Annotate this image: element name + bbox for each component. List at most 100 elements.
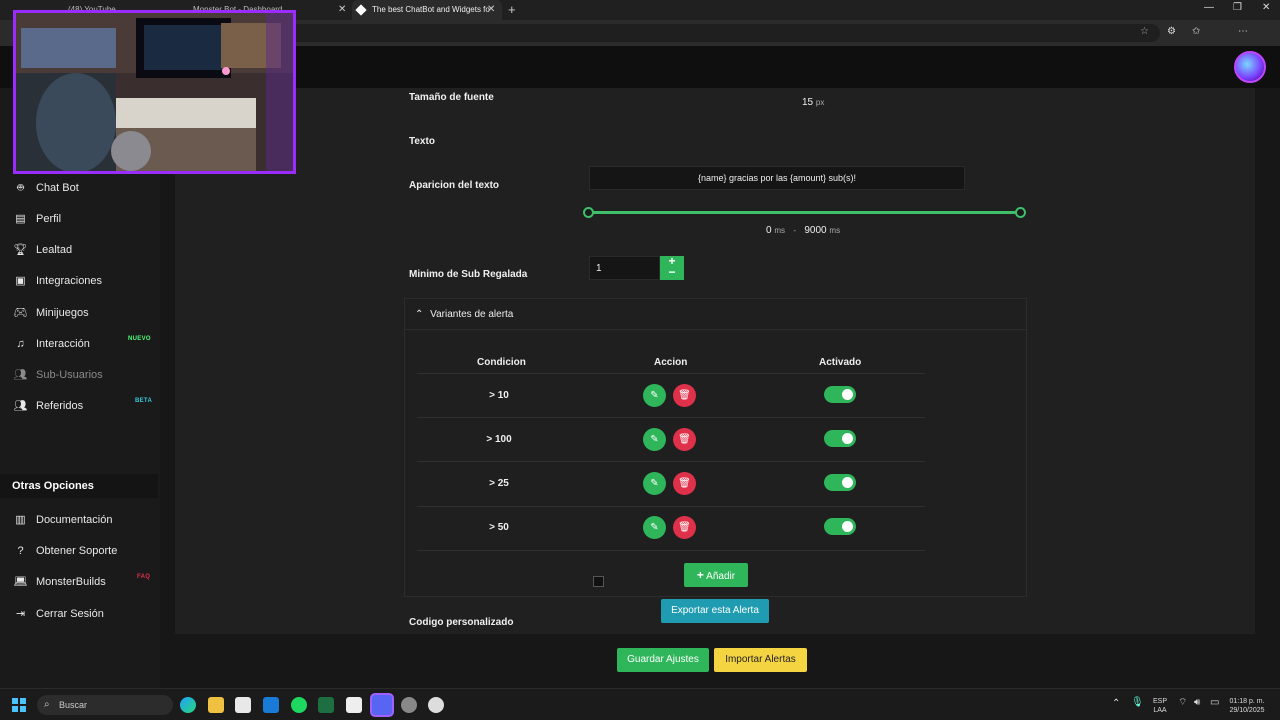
appearance-label: Aparicion del texto [409, 180, 500, 191]
edge-icon[interactable] [180, 697, 196, 713]
more-icon[interactable]: ⋯ [1238, 26, 1248, 37]
sidebar-item-lealtad[interactable]: 🏆︎ Lealtad [14, 240, 73, 260]
app-icon[interactable] [346, 697, 362, 713]
save-settings-button[interactable]: Guardar Ajustes [617, 648, 709, 672]
trash-icon: 🗑︎ [678, 522, 691, 533]
url-input[interactable] [290, 24, 1160, 42]
sidebar-item-minijuegos[interactable]: 🎮︎ Minijuegos [14, 303, 89, 323]
text-label: Texto [409, 136, 435, 147]
stepper-minus-button[interactable]: − [660, 266, 684, 278]
sidebar-item-interaccion[interactable]: ♫ Interacción [14, 334, 89, 354]
custom-code-checkbox[interactable] [593, 576, 604, 587]
app-icon[interactable] [401, 697, 417, 713]
extension-icon[interactable]: ⚙ [1167, 26, 1176, 37]
chevron-up-icon[interactable]: ⌃ [1112, 699, 1120, 709]
clock[interactable]: 01:18 p. m. 29/10/2025 [1226, 697, 1268, 715]
microphone-icon[interactable]: 🎙︎ [1131, 698, 1144, 708]
pencil-icon: ✎ [650, 522, 659, 533]
media-player-icon[interactable] [428, 697, 444, 713]
battery-icon[interactable]: ▭ [1210, 698, 1219, 708]
pencil-icon: ✎ [650, 478, 659, 489]
edit-button[interactable]: ✎ [643, 472, 666, 495]
import-alerts-button[interactable]: Importar Alertas [714, 648, 807, 672]
edit-button[interactable]: ✎ [643, 428, 666, 451]
sidebar-item-label: Cerrar Sesión [36, 608, 104, 620]
font-size-label: Tamaño de fuente [409, 92, 494, 103]
row-divider [417, 506, 925, 507]
sidebar-item-label: Minijuegos [36, 307, 89, 319]
delete-button[interactable]: 🗑︎ [673, 428, 696, 451]
lang-bottom: LAA [1153, 707, 1167, 714]
edit-button[interactable]: ✎ [643, 516, 666, 539]
sidebar-item-perfil[interactable]: ▤ Perfil [14, 209, 61, 229]
sidebar-item-label: Lealtad [36, 244, 73, 256]
active-toggle[interactable] [824, 518, 856, 535]
store-icon[interactable] [235, 697, 251, 713]
variants-header[interactable]: ⌃ Variantes de alerta [405, 299, 1026, 330]
language-indicator[interactable]: ESP LAA [1150, 697, 1170, 715]
id-card-icon: ▤ [15, 213, 26, 225]
row-divider [417, 550, 925, 551]
alert-variants-section: ⌃ Variantes de alerta Condicion Accion A… [404, 298, 1027, 597]
delete-button[interactable]: 🗑︎ [673, 516, 696, 539]
taskbar-search[interactable]: ⌕ Buscar [37, 695, 173, 715]
delete-button[interactable]: 🗑︎ [673, 384, 696, 407]
outlook-icon[interactable] [263, 697, 279, 713]
trash-icon: 🗑︎ [678, 478, 691, 489]
font-size-number: 15 [802, 97, 814, 108]
search-icon: ⌕ [44, 699, 50, 710]
sidebar-item-cerrar-sesion[interactable]: ⇥ Cerrar Sesión [14, 604, 104, 624]
appearance-min-unit: ms [774, 226, 786, 235]
close-tab-icon[interactable]: ✕ [487, 4, 495, 15]
sidebar-item-sub-usuarios[interactable]: 👥︎ Sub-Usuarios [14, 365, 103, 385]
appearance-min-value: 0 [766, 225, 772, 236]
search-placeholder: Buscar [59, 700, 88, 710]
taskbar: ⌕ Buscar ⌃ 🎙︎ ESP LAA ⌔ 🔊︎ ▭ 01:18 p. m.… [0, 688, 1280, 720]
active-toggle[interactable] [824, 430, 856, 447]
close-window-icon[interactable]: ✕ [1262, 2, 1270, 13]
wifi-icon[interactable]: ⌔ [1178, 698, 1187, 708]
add-variant-button[interactable]: + Añadir [684, 563, 748, 587]
condition-cell: > 100 [486, 434, 512, 445]
sidebar-item-integraciones[interactable]: ▣ Integraciones [14, 271, 102, 291]
active-toggle[interactable] [824, 386, 856, 403]
robot-icon: 🤖︎ [17, 182, 24, 194]
gamepad-icon: 🎮︎ [13, 307, 28, 319]
alert-text-input[interactable] [589, 166, 965, 190]
star-icon[interactable]: ☆ [1140, 26, 1149, 37]
plus-icon[interactable]: + [508, 2, 516, 17]
browser-tab-active[interactable]: The best ChatBot and Widgets fo [352, 0, 502, 20]
excel-icon[interactable] [318, 697, 334, 713]
spotify-icon[interactable] [291, 697, 307, 713]
slider-min-handle[interactable] [583, 207, 594, 218]
quantity-stepper[interactable]: + − [660, 255, 684, 280]
export-alert-button[interactable]: Exportar esta Alerta [661, 599, 769, 623]
sidebar-item-chatbot[interactable]: 🤖︎ Chat Bot [14, 178, 79, 198]
slider-max-handle[interactable] [1015, 207, 1026, 218]
sidebar-item-referidos[interactable]: 👥︎ Referidos [14, 396, 84, 416]
favorites-icon[interactable]: ✩ [1192, 26, 1200, 37]
sidebar-item-monsterbuilds[interactable]: 💻︎ MonsterBuilds [14, 572, 106, 592]
row-divider [417, 461, 925, 462]
min-gift-input[interactable] [589, 256, 660, 280]
sidebar-item-soporte[interactable]: ? Obtener Soporte [14, 541, 117, 561]
appearance-range-slider[interactable] [589, 211, 1021, 214]
file-explorer-icon[interactable] [208, 697, 224, 713]
minimize-icon[interactable]: — [1204, 2, 1214, 13]
delete-button[interactable]: 🗑︎ [673, 472, 696, 495]
discord-icon[interactable] [370, 693, 394, 717]
trash-icon: 🗑︎ [678, 434, 691, 445]
avatar[interactable] [1234, 51, 1266, 83]
edit-button[interactable]: ✎ [643, 384, 666, 407]
sidebar-item-documentacion[interactable]: ▥ Documentación [14, 510, 112, 530]
font-size-value[interactable]: 15 px [802, 97, 824, 108]
maximize-icon[interactable]: ❐ [1233, 2, 1242, 13]
volume-icon[interactable]: 🔊︎ [1194, 698, 1200, 708]
pencil-icon: ✎ [650, 390, 659, 401]
clock-time: 01:18 p. m. [1229, 698, 1265, 705]
range-separator: - [793, 226, 797, 235]
windows-start-icon[interactable] [12, 698, 26, 712]
sidebar-section-title: Otras Opciones [0, 474, 158, 498]
active-toggle[interactable] [824, 474, 856, 491]
close-tab-icon[interactable]: ✕ [338, 4, 346, 15]
